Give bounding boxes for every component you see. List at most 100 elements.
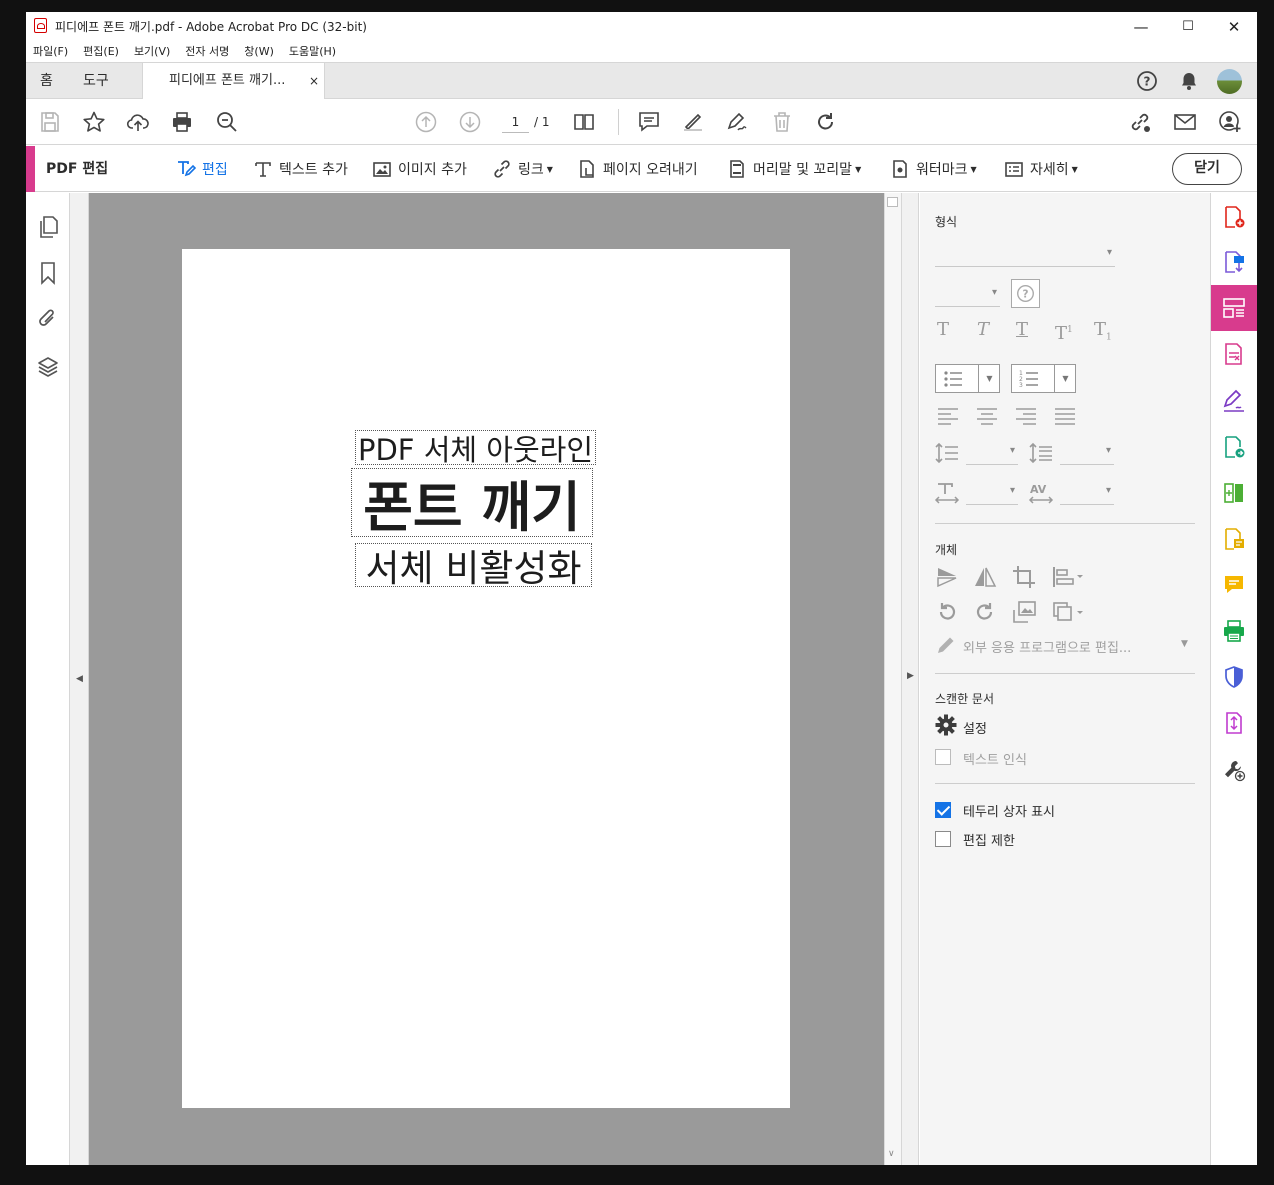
number-list-button[interactable]: 123 ▼ [1011, 364, 1076, 393]
share-link-icon[interactable] [1128, 110, 1152, 134]
text-box-disable[interactable]: 서체 비활성화 [355, 543, 592, 590]
compare-files-icon[interactable] [1222, 527, 1246, 551]
menu-window[interactable]: 창(W) [244, 41, 274, 62]
menu-help[interactable]: 도움말(H) [289, 41, 336, 62]
pages-thumbnail-icon[interactable] [36, 215, 60, 239]
horizontal-scale-select[interactable] [966, 483, 1018, 505]
align-justify-icon[interactable] [1054, 406, 1076, 426]
mail-icon[interactable] [1173, 110, 1197, 134]
horizontal-scale-icon[interactable] [934, 481, 960, 505]
organize-pages-icon[interactable] [1222, 481, 1246, 505]
external-edit-label[interactable]: 외부 응용 프로그램으로 편집... [963, 637, 1131, 656]
ocr-checkbox[interactable] [935, 749, 951, 765]
star-icon[interactable] [82, 110, 106, 134]
scroll-thumb[interactable] [887, 197, 898, 207]
line-spacing-icon[interactable] [935, 442, 959, 464]
edit-pdf-icon[interactable] [1222, 296, 1246, 320]
restrict-edit-checkbox[interactable] [935, 831, 951, 847]
chevron-down-icon[interactable]: ▼ [1181, 639, 1188, 649]
settings-label[interactable]: 설정 [963, 718, 987, 737]
tab-tools[interactable]: 도구 [83, 63, 109, 99]
crop-pages-button[interactable]: 페이지 오려내기 [577, 146, 698, 192]
watermark-button[interactable]: 워터마크 ▼ [890, 146, 977, 192]
text-superscript-icon[interactable]: T1 [1055, 319, 1073, 345]
text-box-outline[interactable]: PDF 서체 아웃라인 [355, 430, 596, 467]
create-form-icon[interactable] [1222, 342, 1246, 366]
attachment-icon[interactable] [36, 307, 60, 331]
right-pane-toggle[interactable]: ▶ [901, 193, 919, 1165]
minimize-button[interactable]: — [1118, 12, 1164, 41]
align-right-icon[interactable] [1015, 406, 1037, 426]
align-objects-icon[interactable] [1051, 565, 1087, 589]
protect-shield-icon[interactable] [1222, 665, 1246, 689]
text-bold-icon[interactable]: T [937, 319, 949, 341]
print-icon[interactable] [170, 110, 194, 134]
add-image-button[interactable]: 이미지 추가 [372, 146, 467, 192]
bell-icon[interactable] [1178, 70, 1200, 92]
tab-home[interactable]: 홈 [40, 63, 53, 99]
gear-icon[interactable] [935, 714, 957, 736]
avatar[interactable] [1217, 69, 1242, 94]
tab-document[interactable]: 피디에프 폰트 깨기... × [142, 63, 325, 99]
fill-sign-icon[interactable] [1222, 389, 1246, 413]
help-icon[interactable]: ? [1136, 70, 1158, 92]
redo-icon[interactable] [814, 110, 838, 134]
text-subscript-icon[interactable]: T1 [1094, 319, 1112, 349]
maximize-button[interactable]: ☐ [1165, 12, 1211, 41]
layers-icon[interactable] [36, 355, 60, 379]
page-number-input[interactable]: 1 [502, 111, 529, 133]
add-user-icon[interactable] [1218, 110, 1242, 134]
bullet-list-button[interactable]: ▼ [935, 364, 1000, 393]
scroll-down-icon[interactable]: ∨ [888, 1149, 895, 1159]
page-down-icon[interactable] [458, 110, 482, 134]
sign-pen-icon[interactable] [725, 110, 749, 134]
page-up-icon[interactable] [414, 110, 438, 134]
flip-horizontal-icon[interactable] [973, 565, 997, 589]
save-icon[interactable] [38, 110, 62, 134]
font-help-button[interactable]: ? [1011, 279, 1040, 308]
menu-edit[interactable]: 편집(E) [83, 41, 119, 62]
text-italic-icon[interactable]: T [977, 319, 989, 341]
comment-tool-icon[interactable] [1222, 573, 1246, 597]
character-spacing-select[interactable] [1060, 483, 1114, 505]
link-button[interactable]: 링크 ▼ [492, 146, 553, 192]
edit-button[interactable]: 편집 [176, 146, 228, 192]
page-layout-icon[interactable] [572, 110, 596, 134]
line-spacing-select[interactable] [966, 443, 1018, 465]
menu-view[interactable]: 보기(V) [134, 41, 170, 62]
cloud-upload-icon[interactable] [126, 110, 150, 134]
more-button[interactable]: 자세히 ▼ [1004, 146, 1078, 192]
export-pdf-icon[interactable] [1222, 250, 1246, 274]
arrange-objects-icon[interactable] [1051, 600, 1087, 624]
crop-icon[interactable] [1012, 565, 1036, 589]
highlight-pen-icon[interactable] [681, 110, 705, 134]
left-pane-toggle[interactable]: ◀ [70, 193, 89, 1165]
rotate-right-icon[interactable] [973, 600, 997, 624]
align-left-icon[interactable] [937, 406, 959, 426]
send-for-signature-icon[interactable] [1222, 435, 1246, 459]
font-size-select[interactable] [935, 285, 1000, 307]
paragraph-spacing-icon[interactable] [1029, 442, 1053, 464]
trash-icon[interactable] [770, 110, 794, 134]
close-tab-icon[interactable]: × [309, 63, 319, 99]
character-spacing-icon[interactable]: AV [1028, 481, 1054, 505]
pdf-page[interactable]: PDF 서체 아웃라인 폰트 깨기 서체 비활성화 [182, 249, 790, 1108]
text-box-title[interactable]: 폰트 깨기 [351, 468, 593, 539]
text-underline-icon[interactable]: T [1016, 319, 1028, 341]
compress-pdf-icon[interactable] [1222, 711, 1246, 735]
font-select[interactable] [935, 245, 1115, 267]
header-footer-button[interactable]: 머리말 및 꼬리말 ▼ [727, 146, 861, 192]
menu-file[interactable]: 파일(F) [33, 41, 68, 62]
zoom-search-icon[interactable] [215, 110, 239, 134]
show-bbox-checkbox[interactable] [935, 802, 951, 818]
replace-image-icon[interactable] [1012, 600, 1038, 624]
bookmark-icon[interactable] [36, 261, 60, 285]
close-edit-button[interactable]: 닫기 [1172, 153, 1242, 185]
align-center-icon[interactable] [976, 406, 998, 426]
close-window-button[interactable]: ✕ [1211, 12, 1257, 41]
add-text-button[interactable]: 텍스트 추가 [253, 146, 348, 192]
print-production-icon[interactable] [1222, 619, 1246, 643]
more-tools-wrench-icon[interactable] [1222, 758, 1246, 782]
rotate-left-icon[interactable] [935, 600, 959, 624]
menu-esign[interactable]: 전자 서명 [185, 41, 229, 62]
